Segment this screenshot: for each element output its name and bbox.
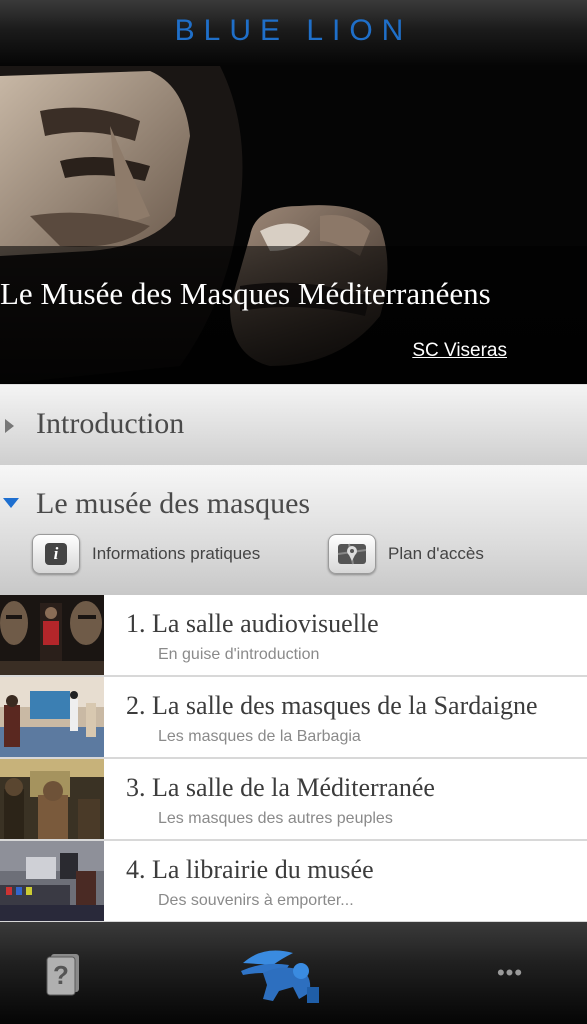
access-map-button[interactable]: Plan d'accès: [328, 533, 484, 575]
room-subtitle: Les masques de la Barbagia: [158, 728, 361, 745]
winged-lion-logo-icon: [241, 950, 319, 1003]
map-pin-icon: [328, 534, 376, 574]
practical-info-label: Informations pratiques: [92, 544, 261, 563]
section-musee-des-masques[interactable]: Le musée des masques i Informations prat…: [0, 465, 587, 596]
hero-title-band: [0, 246, 587, 384]
list-item-room-4[interactable]: 4. La librairie du musée Des souvenirs à…: [0, 841, 587, 923]
room-title: 2. La salle des masques de la Sardaigne: [126, 691, 538, 720]
svg-text:?: ?: [53, 960, 69, 990]
room-title: 4. La librairie du musée: [126, 855, 374, 884]
section-label: Le musée des masques: [36, 487, 311, 520]
room-subtitle: Les masques des autres peuples: [158, 810, 393, 827]
more-button[interactable]: •••: [480, 922, 540, 1024]
bottom-tab-bar: ? •••: [0, 922, 587, 1024]
list-item-room-2[interactable]: 2. La salle des masques de la Sardaigne …: [0, 677, 587, 759]
info-icon: i: [32, 534, 80, 574]
rooms-list: 1. La salle audiovisuelle En guise d'int…: [0, 595, 587, 923]
disclosure-collapsed-icon: [5, 419, 14, 433]
top-bar: BLUE LION: [0, 0, 587, 66]
room-title: 3. La salle de la Méditerranée: [126, 773, 435, 802]
hero-author-link[interactable]: SC Viseras: [412, 340, 507, 362]
hero-title: Le Musée des Masques Méditerranéens: [0, 276, 491, 311]
list-item-room-3[interactable]: 3. La salle de la Méditerranée Les masqu…: [0, 759, 587, 841]
section-introduction[interactable]: Introduction: [0, 384, 587, 466]
hero-banner[interactable]: Le Musée des Masques Méditerranéens SC V…: [0, 66, 587, 384]
help-book-icon: ?: [46, 954, 79, 996]
app-brand: BLUE LION: [174, 14, 413, 47]
home-logo-button[interactable]: [228, 922, 328, 1024]
practical-info-button[interactable]: i Informations pratiques: [32, 533, 260, 575]
room-2-thumbnail: [0, 677, 104, 757]
room-subtitle: En guise d'introduction: [158, 646, 320, 663]
disclosure-expanded-icon: [3, 498, 19, 508]
room-3-thumbnail: [0, 759, 104, 839]
room-subtitle: Des souvenirs à emporter...: [158, 892, 354, 909]
section-label: Introduction: [36, 407, 185, 440]
room-title: 1. La salle audiovisuelle: [126, 609, 379, 638]
help-book-button[interactable]: ?: [30, 922, 100, 1024]
access-map-label: Plan d'accès: [388, 544, 484, 563]
list-item-room-1[interactable]: 1. La salle audiovisuelle En guise d'int…: [0, 595, 587, 677]
room-4-thumbnail: [0, 841, 104, 921]
room-1-thumbnail: [0, 595, 104, 675]
more-icon: •••: [496, 960, 524, 985]
